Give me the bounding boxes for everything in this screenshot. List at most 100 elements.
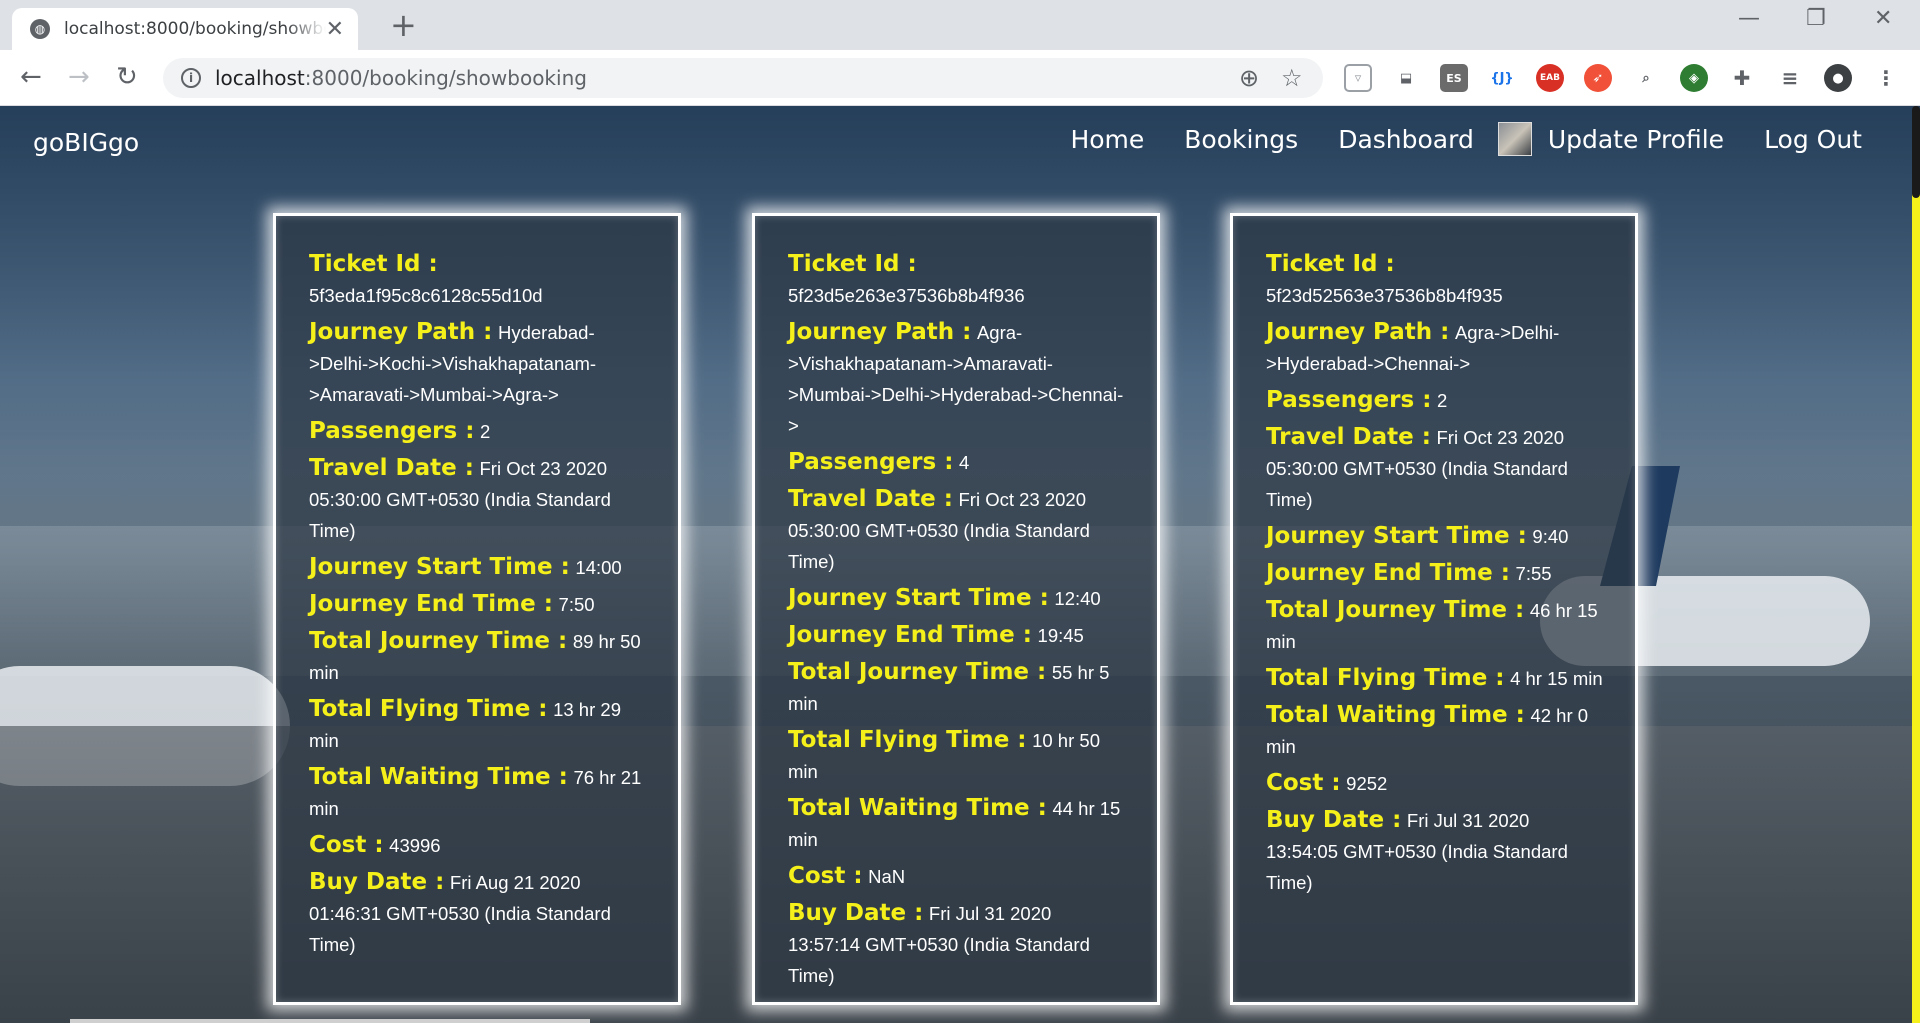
start-time-field: Journey Start Time : 9:40 <box>1266 522 1603 553</box>
url-path: :8000/booking/showbooking <box>304 66 587 90</box>
total-journey-label: Total Journey Time : <box>309 628 568 654</box>
start-time-value: 12:40 <box>1054 588 1101 609</box>
es-icon[interactable]: ES <box>1440 64 1468 92</box>
accent-bar <box>1912 194 1920 1023</box>
cost-field: Cost : NaN <box>788 862 1125 893</box>
back-icon[interactable]: ← <box>20 62 42 92</box>
start-time-label: Journey Start Time : <box>309 554 570 580</box>
total-waiting-label: Total Waiting Time : <box>1266 702 1525 728</box>
total-journey-label: Total Journey Time : <box>1266 597 1525 623</box>
journey-path-field: Journey Path : Agra->Vishakhapatanam->Am… <box>788 318 1125 442</box>
zoom-icon[interactable]: ⊕ <box>1239 64 1259 92</box>
travel-date-field: Travel Date : Fri Oct 23 2020 05:30:00 G… <box>1266 423 1603 516</box>
globe-icon: ◍ <box>30 19 50 39</box>
total-journey-field: Total Journey Time : 46 hr 15 min <box>1266 596 1603 658</box>
url-host: localhost <box>215 66 305 90</box>
journey-path-label: Journey Path : <box>1266 319 1450 345</box>
passengers-value: 4 <box>959 452 970 473</box>
passengers-field: Passengers : 2 <box>309 417 646 448</box>
total-flying-value: 4 hr 15 min <box>1510 668 1603 689</box>
puzzle-icon[interactable]: ✚ <box>1728 64 1756 92</box>
cost-value: 43996 <box>389 835 441 856</box>
start-time-label: Journey Start Time : <box>1266 523 1527 549</box>
tab-close-icon[interactable]: ✕ <box>326 17 344 42</box>
booking-card: Ticket Id : 5f23d5e263e37536b8b4f936 Jour… <box>752 213 1160 1005</box>
page-scrollbar[interactable] <box>1912 106 1920 198</box>
search-page-icon[interactable]: ⌕ <box>1632 64 1660 92</box>
journey-path-label: Journey Path : <box>788 319 972 345</box>
start-time-label: Journey Start Time : <box>788 585 1049 611</box>
pocket-icon[interactable]: ▿ <box>1344 64 1372 92</box>
passengers-value: 2 <box>480 421 491 442</box>
travel-date-field: Travel Date : Fri Oct 23 2020 05:30:00 G… <box>788 485 1125 578</box>
brand-logo[interactable]: goBIGgo <box>33 128 139 157</box>
bookmark-star-icon[interactable]: ☆ <box>1281 64 1303 92</box>
total-waiting-field: Total Waiting Time : 42 hr 0 min <box>1266 701 1603 763</box>
nav-update-profile[interactable]: Update Profile <box>1548 125 1724 154</box>
profile-avatar[interactable]: ● <box>1824 64 1852 92</box>
total-flying-field: Total Flying Time : 10 hr 50 min <box>788 726 1125 788</box>
passengers-label: Passengers : <box>788 449 954 475</box>
total-flying-field: Total Flying Time : 13 hr 29 min <box>309 695 646 757</box>
forward-icon[interactable]: → <box>68 62 90 92</box>
booking-card: Ticket Id : 5f3eda1f95c8c6128c55d10d Jour… <box>273 213 681 1005</box>
cost-field: Cost : 43996 <box>309 831 646 862</box>
nav-bookings[interactable]: Bookings <box>1184 125 1298 154</box>
total-journey-label: Total Journey Time : <box>788 659 1047 685</box>
start-time-value: 9:40 <box>1532 526 1569 547</box>
start-time-field: Journey Start Time : 14:00 <box>309 553 646 584</box>
ticket-id-field: Ticket Id : 5f23d5e263e37536b8b4f936 <box>788 250 1125 312</box>
nav-dashboard[interactable]: Dashboard <box>1338 125 1474 154</box>
json-icon[interactable]: {J} <box>1488 64 1516 92</box>
nav-home[interactable]: Home <box>1070 125 1144 154</box>
passengers-field: Passengers : 4 <box>788 448 1125 479</box>
user-avatar[interactable] <box>1497 122 1532 156</box>
ticket-id-value: 5f3eda1f95c8c6128c55d10d <box>309 285 543 306</box>
passengers-label: Passengers : <box>1266 387 1432 413</box>
media-icon[interactable]: ≡ <box>1776 64 1804 92</box>
passengers-value: 2 <box>1437 390 1448 411</box>
end-time-label: Journey End Time : <box>1266 560 1510 586</box>
buy-date-label: Buy Date : <box>309 869 445 895</box>
journey-path-field: Journey Path : Hyderabad->Delhi->Kochi->… <box>309 318 646 411</box>
vpn-icon[interactable]: ◈ <box>1680 64 1708 92</box>
browser-tab[interactable]: ◍ localhost:8000/booking/showbooking ✕ <box>12 8 358 50</box>
cost-value: 9252 <box>1346 773 1388 794</box>
browser-toolbar: ← → ↻ i localhost:8000/booking/showbooki… <box>0 50 1920 106</box>
menu-icon[interactable]: ⋮ <box>1872 64 1900 92</box>
end-time-field: Journey End Time : 7:55 <box>1266 559 1603 590</box>
window-close-icon[interactable]: ✕ <box>1874 6 1892 31</box>
travel-date-label: Travel Date : <box>309 455 474 481</box>
ticket-id-field: Ticket Id : 5f3eda1f95c8c6128c55d10d <box>309 250 646 312</box>
end-time-value: 7:55 <box>1515 563 1552 584</box>
cost-value: NaN <box>868 866 906 887</box>
browser-tabstrip: ◍ localhost:8000/booking/showbooking ✕ +… <box>0 0 1920 50</box>
ticket-id-value: 5f23d5e263e37536b8b4f936 <box>788 285 1025 306</box>
ticket-id-value: 5f23d52563e37536b8b4f935 <box>1266 285 1503 306</box>
reload-icon[interactable]: ↻ <box>116 62 138 92</box>
nav-logout[interactable]: Log Out <box>1764 125 1862 154</box>
site-info-icon[interactable]: i <box>181 68 201 88</box>
cost-label: Cost : <box>309 832 384 858</box>
total-flying-label: Total Flying Time : <box>788 727 1027 753</box>
adblock-icon[interactable]: EAB <box>1536 64 1564 92</box>
total-flying-field: Total Flying Time : 4 hr 15 min <box>1266 664 1603 695</box>
tab-title: localhost:8000/booking/showbooking <box>64 19 326 39</box>
buy-date-label: Buy Date : <box>788 900 924 926</box>
new-tab-icon[interactable]: + <box>390 8 417 42</box>
save-icon[interactable]: ⬓ <box>1392 64 1420 92</box>
travel-date-label: Travel Date : <box>788 486 953 512</box>
start-time-field: Journey Start Time : 12:40 <box>788 584 1125 615</box>
passengers-label: Passengers : <box>309 418 475 444</box>
end-time-field: Journey End Time : 19:45 <box>788 621 1125 652</box>
journey-path-label: Journey Path : <box>309 319 493 345</box>
swift-icon[interactable]: ➶ <box>1584 64 1612 92</box>
restore-icon[interactable]: ❐ <box>1806 6 1826 31</box>
minimize-icon[interactable]: — <box>1738 6 1760 31</box>
ticket-id-label: Ticket Id : <box>309 251 438 277</box>
address-bar[interactable]: i localhost:8000/booking/showbooking ⊕ ☆ <box>163 58 1323 98</box>
horizontal-scrollbar[interactable] <box>70 1019 590 1023</box>
page-content: goBIGgo Home Bookings Dashboard Update P… <box>0 106 1920 1023</box>
buy-date-field: Buy Date : Fri Aug 21 2020 01:46:31 GMT+… <box>309 868 646 961</box>
cost-label: Cost : <box>1266 770 1341 796</box>
